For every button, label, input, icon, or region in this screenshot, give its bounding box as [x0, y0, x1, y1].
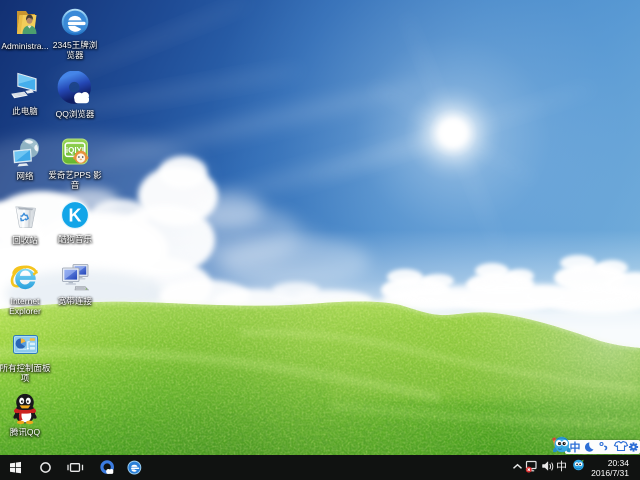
svg-text:中: 中 — [570, 440, 581, 454]
svg-text:中: 中 — [556, 460, 567, 473]
svg-text:K: K — [69, 206, 82, 226]
